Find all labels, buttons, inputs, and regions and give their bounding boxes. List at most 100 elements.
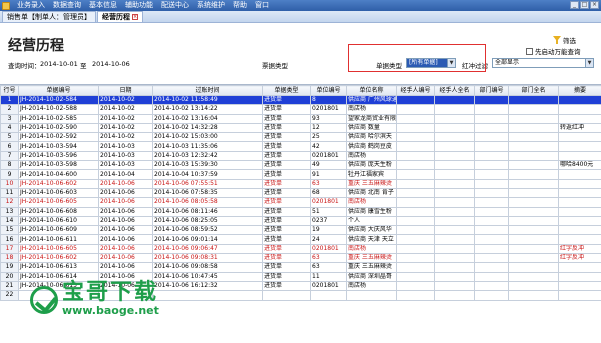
column-header[interactable]: 过账时间 [152, 85, 263, 96]
menu-item-system[interactable]: 系统维护 [193, 0, 229, 11]
tab-close-icon[interactable]: × [132, 14, 138, 20]
table-cell [396, 104, 435, 115]
table-cell [474, 187, 509, 199]
table-cell: 南店杨 [346, 150, 397, 162]
tab-sales-order[interactable]: 销售单【制单人：管理员】 [2, 11, 96, 22]
column-header[interactable]: 单据编号 [18, 85, 99, 96]
row-number-cell: 15 [0, 225, 19, 236]
table-row[interactable]: 21 JH-2014-10-06-615 2014-10-06 2014-10-06 … [0, 280, 601, 292]
table-cell [474, 141, 509, 152]
menu-item-data-query[interactable]: 数据查询 [49, 0, 85, 11]
table-cell: 2014-10-06 09:06:47 [152, 243, 263, 255]
table-row[interactable]: 15 JH-2014-10-06-609 2014-10-06 2014-10-06 … [0, 225, 601, 236]
table-row[interactable]: 13 JH-2014-10-06-608 2014-10-06 2014-10-06 … [0, 206, 601, 217]
maximize-icon[interactable]: □ [580, 1, 589, 9]
table-cell: 重庆 三五麻辣烫 [346, 253, 397, 264]
table-cell [508, 225, 559, 236]
table-cell [310, 290, 347, 301]
menu-item-auxiliary[interactable]: 辅助功能 [121, 0, 157, 11]
table-cell: 进货单 [262, 206, 311, 217]
menu-item-basic-info[interactable]: 基本信息 [85, 0, 121, 11]
table-row[interactable]: 1 JH-2014-10-02-584 2014-10-02 2014-10-02 1… [0, 94, 601, 106]
table-cell: 2014-10-06 08:25:05 [152, 215, 263, 227]
table-row[interactable]: 20 JH-2014-10-06-614 2014-10-06 2014-10-06 … [0, 271, 601, 282]
column-header[interactable]: 经手人编号 [396, 85, 435, 96]
table-row[interactable]: 9 JH-2014-10-04-600 2014-10-04 2014-10-04 1… [0, 169, 601, 180]
menu-item-window[interactable]: 窗口 [251, 0, 273, 11]
table-row[interactable]: 12 JH-2014-10-06-605 2014-10-06 2014-10-06 … [0, 197, 601, 208]
table-cell: JH-2014-10-06-602 [18, 253, 99, 264]
table-row[interactable]: 16 JH-2014-10-06-611 2014-10-06 2014-10-06 … [0, 234, 601, 245]
table-cell: 2014-10-06 09:08:58 [152, 262, 263, 273]
column-header[interactable]: 单位名称 [346, 85, 397, 96]
table-cell: 2014-10-02 [98, 104, 153, 115]
column-header[interactable]: 行号 [0, 85, 19, 96]
table-cell [508, 141, 559, 152]
table-cell: JH-2014-10-06-611 [18, 234, 99, 245]
table-cell: 2014-10-03 [98, 141, 153, 152]
table-row[interactable]: 11 JH-2014-10-06-603 2014-10-06 2014-10-06 … [0, 187, 601, 199]
table-row[interactable]: 5 JH-2014-10-02-592 2014-10-02 2014-10-02 1… [0, 132, 601, 143]
table-row[interactable]: 6 JH-2014-10-03-594 2014-10-03 2014-10-03 1… [0, 141, 601, 152]
table-row[interactable]: 17 JH-2014-10-06-605 2014-10-06 2014-10-06 … [0, 243, 601, 255]
table-cell: JH-2014-10-03-596 [18, 150, 99, 162]
column-header[interactable]: 单据类型 [262, 85, 311, 96]
table-row[interactable]: 8 JH-2014-10-03-598 2014-10-03 2014-10-03 1… [0, 160, 601, 171]
menu-item-business-entry[interactable]: 业务录入 [13, 0, 49, 11]
table-cell [558, 234, 601, 245]
advanced-query-option[interactable]: 先启动万能查询 [526, 46, 581, 56]
column-header[interactable]: 部门全名 [508, 85, 559, 96]
table-cell: 2014-10-03 [98, 150, 153, 162]
table-cell [434, 280, 475, 292]
filter-button[interactable]: 筛选 [553, 35, 576, 45]
table-cell: 进货单 [262, 104, 311, 115]
date-from-field[interactable]: 2014-10-01 [40, 60, 78, 68]
date-to-field[interactable]: 2014-10-06 [92, 60, 130, 68]
reverse-filter-select[interactable]: 全部显示 ▼ [492, 58, 594, 68]
chevron-down-icon[interactable]: ▼ [585, 59, 593, 67]
table-cell [558, 197, 601, 208]
table-cell [558, 150, 601, 162]
table-cell [434, 187, 475, 199]
table-cell [396, 253, 435, 264]
column-header[interactable]: 摘要 [558, 85, 601, 96]
tab-label: 经营历程 [102, 12, 130, 21]
row-number-cell: 14 [0, 215, 19, 227]
table-cell: 进货单 [262, 280, 311, 292]
table-cell: 2014-10-02 [98, 113, 153, 124]
table-cell: JH-2014-10-02-592 [18, 132, 99, 143]
table-row[interactable]: 22 [0, 290, 601, 301]
column-header[interactable]: 日期 [98, 85, 153, 96]
history-grid: 行号 单据编号 日期 过账时间 单据类型 单位编号 单位名称 经手人编号 经手人全名 部门编号 部门… [0, 84, 601, 343]
table-row[interactable]: 4 JH-2014-10-02-590 2014-10-02 2014-10-02 1… [0, 122, 601, 134]
table-row[interactable]: 18 JH-2014-10-06-602 2014-10-06 2014-10-06 … [0, 253, 601, 264]
table-cell: JH-2014-10-02-588 [18, 104, 99, 115]
table-cell [434, 104, 475, 115]
column-header[interactable]: 部门编号 [474, 85, 509, 96]
table-cell [434, 225, 475, 236]
table-row[interactable]: 3 JH-2014-10-02-585 2014-10-02 2014-10-02 1… [0, 113, 601, 124]
table-cell: 93 [310, 113, 347, 124]
advanced-query-checkbox[interactable] [526, 47, 533, 55]
funnel-icon [553, 36, 561, 44]
table-row[interactable]: 19 JH-2014-10-06-613 2014-10-06 2014-10-06 … [0, 262, 601, 273]
menu-item-help[interactable]: 帮助 [229, 0, 251, 11]
table-cell: 进货单 [262, 225, 311, 236]
table-row[interactable]: 14 JH-2014-10-06-610 2014-10-06 2014-10-06 … [0, 215, 601, 227]
close-icon[interactable]: × [590, 1, 599, 9]
column-header[interactable]: 单位编号 [310, 85, 347, 96]
table-row[interactable]: 7 JH-2014-10-03-596 2014-10-03 2014-10-03 1… [0, 150, 601, 162]
table-cell [558, 104, 601, 115]
table-cell [98, 290, 153, 301]
table-row[interactable]: 2 JH-2014-10-02-588 2014-10-02 2014-10-02 1… [0, 104, 601, 115]
table-cell: 8 [310, 94, 347, 106]
table-cell [508, 178, 559, 189]
table-row[interactable]: 10 JH-2014-10-06-602 2014-10-06 2014-10-06 … [0, 178, 601, 189]
table-cell: 24 [310, 234, 347, 245]
tab-business-history[interactable]: 经营历程 × [97, 11, 143, 22]
minimize-icon[interactable]: _ [570, 1, 579, 9]
table-cell [396, 262, 435, 273]
column-header[interactable]: 经手人全名 [434, 85, 475, 96]
menu-item-distribution[interactable]: 配送中心 [157, 0, 193, 11]
history-table: 行号 单据编号 日期 过账时间 单据类型 单位编号 单位名称 经手人编号 经手人全名 部门编号 部门… [0, 85, 601, 301]
